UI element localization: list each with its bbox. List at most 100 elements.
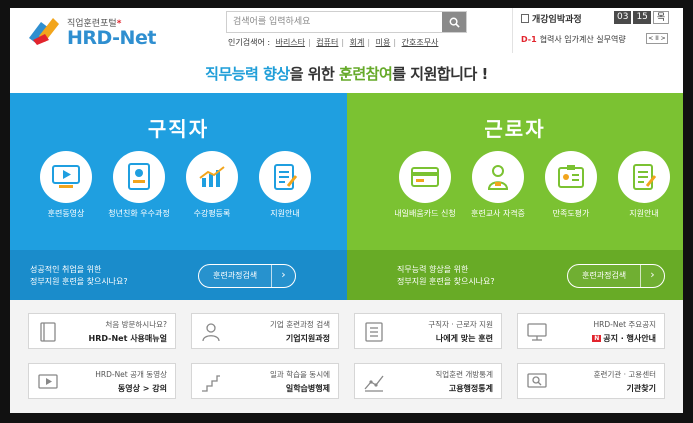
course-panel-title: 개강임박과정	[532, 15, 582, 25]
worker-search-bar: 직무능력 향상을 위한 정부지원 훈련을 찾으시나요? 훈련과정검색 ›	[347, 250, 683, 300]
tile-sub: 처음 방문하시나요?	[105, 320, 167, 329]
popular-keyword[interactable]: 회계	[350, 38, 365, 47]
worker-item-label: 지원안내	[629, 209, 659, 218]
document-icon	[274, 164, 298, 190]
worker-item-support-guide[interactable]: 지원안내	[609, 151, 679, 219]
seeker-item-training-video[interactable]: 훈련동영상	[31, 151, 101, 219]
worker-course-search-button[interactable]: 훈련과정검색 ›	[567, 264, 665, 288]
video-icon	[52, 165, 80, 188]
tile-main: 기업지원과정	[285, 334, 330, 343]
worker-item-teacher-license[interactable]: 훈련교사 자격증	[463, 151, 533, 219]
tile-user-manual[interactable]: 처음 방문하시나요? HRD-Net 사용매뉴얼	[28, 313, 176, 349]
course-item[interactable]: D-1 협력사 임가계산 실무역량	[521, 34, 641, 45]
tile-sub: 훈련기관 · 고용센터	[593, 370, 656, 379]
play-icon	[38, 374, 58, 389]
job-seeker-panel: 구직자 훈련동영상 청년친화 우수과정 수강평등록 지원안내 성공적인 취업을 …	[10, 93, 347, 300]
seeker-button-label: 훈련과정검색	[213, 271, 258, 280]
date-weekday: 목	[652, 11, 670, 24]
site-logo[interactable]: 직업훈련포털* HRD-Net	[27, 14, 167, 49]
search-map-icon	[527, 373, 547, 388]
tile-sub: 일과 학습을 동시에	[270, 370, 330, 379]
chevron-right-icon: ›	[271, 264, 295, 288]
seeker-item-label: 청년친화 우수과정	[108, 209, 170, 218]
tile-statistics[interactable]: 직업훈련 개방통계 고용행정통계	[354, 363, 502, 399]
chart-icon	[199, 166, 225, 187]
logo-text: HRD-Net	[67, 27, 156, 49]
tile-main: 일학습병행제	[285, 384, 330, 393]
tile-main: 동영상 > 강의	[117, 384, 167, 393]
tile-main: 나에게 맞는 훈련	[435, 334, 493, 343]
tagline: 직무능력 향상을 위한 훈련참여를 지원합니다 !	[205, 65, 488, 83]
tile-sub: 구직자 · 근로자 지원	[428, 320, 493, 329]
tile-notices[interactable]: HRD-Net 주요공지 N 공지 · 행사안내	[517, 313, 665, 349]
seeker-course-search-button[interactable]: 훈련과정검색 ›	[198, 264, 296, 288]
page-frame: 직업훈련포털* HRD-Net 인기검색어 : 바리스타| 컴퓨터| 회계| 미…	[10, 8, 683, 413]
tile-sub: 기업 훈련과정 검색	[270, 320, 330, 329]
tile-sub: HRD-Net 주요공지	[593, 320, 656, 329]
calendar-icon	[521, 14, 529, 23]
certificate-icon	[128, 163, 150, 190]
teacher-icon	[487, 165, 509, 190]
tile-main: 고용행정통계	[448, 384, 493, 393]
tile-sub: 직업훈련 개방통계	[435, 370, 493, 379]
seeker-bottom-line1: 성공적인 취업을 위한	[30, 265, 102, 274]
seeker-item-label: 훈련동영상	[47, 209, 85, 218]
worker-item-label: 만족도평가	[552, 209, 590, 218]
seeker-item-youth-course[interactable]: 청년친화 우수과정	[104, 151, 174, 219]
date-month: 03	[614, 11, 632, 24]
popular-keyword[interactable]: 바리스타	[276, 38, 305, 47]
worker-panel: 근로자 내일배움카드 신청 훈련교사 자격증 만족도평가 지원안내 직무능력 향…	[347, 93, 683, 300]
carousel-controls[interactable]: < II >	[646, 33, 668, 44]
worker-item-card-apply[interactable]: 내일배움카드 신청	[390, 151, 460, 219]
card-icon	[411, 167, 439, 187]
seeker-search-bar: 성공적인 취업을 위한 정부지원 훈련을 찾으시나요? 훈련과정검색 ›	[10, 250, 347, 300]
seeker-item-support-guide[interactable]: 지원안내	[250, 151, 320, 219]
tile-my-training[interactable]: 구직자 · 근로자 지원 나에게 맞는 훈련	[354, 313, 502, 349]
quick-links: 처음 방문하시나요? HRD-Net 사용매뉴얼 기업 훈련과정 검색 기업지원…	[10, 300, 683, 413]
id-badge-icon	[558, 165, 584, 188]
search-button[interactable]	[442, 12, 466, 32]
tile-public-video[interactable]: HRD-Net 공개 동영상 동영상 > 강의	[28, 363, 176, 399]
tile-main: N 공지 · 행사안내	[592, 334, 656, 343]
new-badge: N	[592, 335, 602, 342]
document-icon	[633, 164, 657, 190]
search-box	[226, 11, 467, 33]
popular-keyword[interactable]: 컴퓨터	[316, 38, 338, 47]
worker-item-satisfaction[interactable]: 만족도평가	[536, 151, 606, 219]
popular-keyword[interactable]: 미용	[376, 38, 391, 47]
upcoming-course-panel: 개강임박과정 03 15 목 D-1 협력사 임가계산 실무역량 < II >	[512, 8, 683, 53]
seeker-bottom-line2: 정부지원 훈련을 찾으시나요?	[30, 277, 128, 286]
course-item-title: 협력사 임가계산 실무역량	[539, 35, 626, 44]
search-icon	[449, 17, 460, 28]
dday-badge: D-1	[521, 35, 537, 44]
monitor-icon	[527, 323, 547, 341]
worker-title: 근로자	[484, 117, 546, 141]
worker-bottom-line1: 직무능력 향상을 위한	[397, 265, 469, 274]
seeker-item-label: 수강평등록	[193, 209, 231, 218]
checklist-icon	[365, 322, 383, 342]
worker-item-label: 훈련교사 자격증	[470, 209, 526, 218]
logo-mark-icon	[29, 18, 59, 45]
tile-main: HRD-Net 사용매뉴얼	[88, 334, 168, 343]
popular-keywords: 인기검색어 : 바리스타 | 컴퓨터 | 회계 | 미용 | 간호조무사	[228, 38, 439, 47]
stats-icon	[364, 375, 384, 392]
worker-button-label: 훈련과정검색	[582, 271, 627, 280]
book-icon	[40, 322, 56, 342]
popular-keyword[interactable]: 간호조무사	[402, 38, 439, 47]
search-input[interactable]	[227, 12, 441, 32]
worker-item-label: 내일배움카드 신청	[394, 209, 456, 218]
stairs-icon	[202, 375, 220, 392]
chevron-right-icon: ›	[640, 264, 664, 288]
date-display: 03 15 목	[614, 11, 670, 24]
tile-sub: HRD-Net 공개 동영상	[95, 370, 167, 379]
seeker-item-label: 지원안내	[270, 209, 300, 218]
date-day: 15	[633, 11, 651, 24]
person-icon	[202, 323, 220, 342]
worker-bottom-line2: 정부지원 훈련을 찾으시나요?	[397, 277, 495, 286]
tile-work-learning[interactable]: 일과 학습을 동시에 일학습병행제	[191, 363, 339, 399]
job-seeker-title: 구직자	[147, 117, 210, 141]
tile-find-institution[interactable]: 훈련기관 · 고용센터 기관찾기	[517, 363, 665, 399]
popular-label: 인기검색어 :	[228, 38, 271, 47]
tile-company-course[interactable]: 기업 훈련과정 검색 기업지원과정	[191, 313, 339, 349]
seeker-item-review[interactable]: 수강평등록	[177, 151, 247, 219]
